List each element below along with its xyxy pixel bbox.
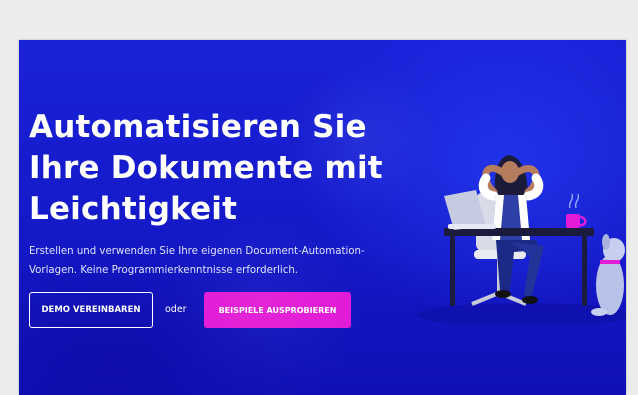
woman-relaxing-at-desk-illustration [416,155,626,325]
headline-line-3: Leichtigkeit [29,191,238,227]
subtext-line-2: Vorlagen. Keine Programmierkenntnisse er… [29,265,299,276]
headline-line-2: Ihre Dokumente mit [29,150,383,186]
try-examples-button[interactable]: BEISPIELE AUSPROBIEREN [204,292,351,328]
hero-headline: Automatisieren Sie Ihre Dokumente mit Le… [29,107,409,230]
hero-section: Automatisieren Sie Ihre Dokumente mit Le… [19,40,626,395]
schedule-demo-button[interactable]: DEMO VEREINBAREN [29,292,153,328]
subtext-line-1: Erstellen und verwenden Sie Ihre eigenen… [29,246,365,257]
hero-subtext: Erstellen und verwenden Sie Ihre eigenen… [29,242,429,280]
dog-icon [591,234,625,316]
coffee-mug-icon [566,193,587,228]
or-label: oder [165,304,187,315]
headline-line-1: Automatisieren Sie [29,109,367,145]
